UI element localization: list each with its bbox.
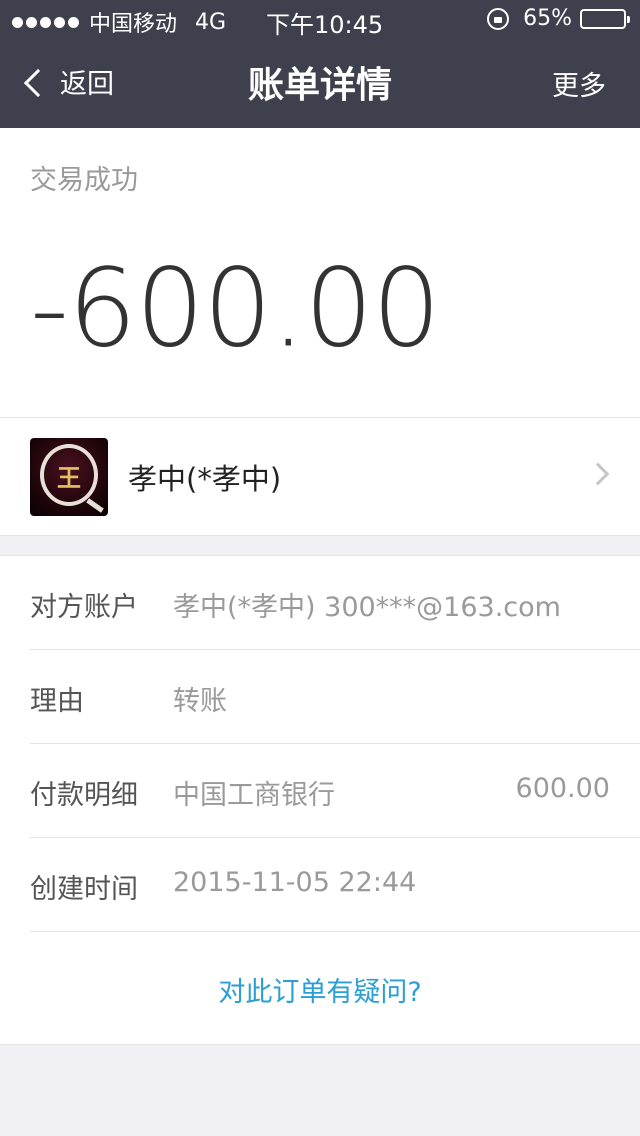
nav-bar: 返回 账单详情 更多 <box>0 40 640 128</box>
counterparty-row[interactable]: 王 孝中(*孝中) <box>0 418 640 536</box>
network-type: 4G <box>195 9 227 35</box>
detail-label: 创建时间 <box>30 874 138 905</box>
detail-value: 转账 <box>173 686 227 717</box>
transaction-status: 交易成功 <box>30 165 138 196</box>
detail-value: 中国工商银行 <box>173 780 335 811</box>
detail-row-payment: 付款明细 中国工商银行 600.00 <box>30 744 640 838</box>
detail-value-amount: 600.00 <box>515 773 610 804</box>
battery-percent: 65% <box>523 6 572 31</box>
transaction-amount: -600.00 <box>30 246 441 372</box>
order-question-link[interactable]: 对此订单有疑问? <box>0 970 640 1009</box>
status-time: 下午10:45 <box>266 11 384 39</box>
details-list: 对方账户 孝中(*孝中) 300***@163.com 理由 转账 付款明细 中… <box>0 556 640 1045</box>
query-row: 对此订单有疑问? <box>0 932 640 1044</box>
section-gap <box>0 536 640 556</box>
avatar: 王 <box>30 438 108 516</box>
detail-value: 2015-11-05 22:44 <box>173 867 417 898</box>
carrier-name: 中国移动 <box>89 12 178 37</box>
page-title: 账单详情 <box>247 65 392 106</box>
detail-label: 理由 <box>30 686 84 717</box>
rotation-lock-icon <box>487 7 510 30</box>
chevron-right-icon <box>586 462 610 486</box>
status-right: 65% <box>487 6 630 31</box>
detail-label: 对方账户 <box>30 592 138 623</box>
status-bar: 中国移动 4G 下午10:45 65% <box>0 0 640 40</box>
counterparty-name: 孝中(*孝中) <box>128 462 282 496</box>
status-left: 中国移动 4G <box>12 6 226 38</box>
transaction-summary: 交易成功 -600.00 <box>0 128 640 418</box>
battery-icon <box>580 8 630 29</box>
detail-row-created-time: 创建时间 2015-11-05 22:44 <box>30 838 640 932</box>
bill-card: 交易成功 -600.00 王 孝中(*孝中) <box>0 128 640 536</box>
signal-strength-icon <box>12 16 79 28</box>
avatar-glyph: 王 <box>57 463 81 492</box>
detail-value: 孝中(*孝中) 300***@163.com <box>173 592 561 623</box>
top-bar: 中国移动 4G 下午10:45 65% 返回 账单详情 更多 <box>0 0 640 128</box>
detail-row-account: 对方账户 孝中(*孝中) 300***@163.com <box>30 556 640 650</box>
more-button[interactable]: 更多 <box>552 64 606 103</box>
detail-label: 付款明细 <box>30 780 138 811</box>
detail-row-reason: 理由 转账 <box>30 650 640 744</box>
